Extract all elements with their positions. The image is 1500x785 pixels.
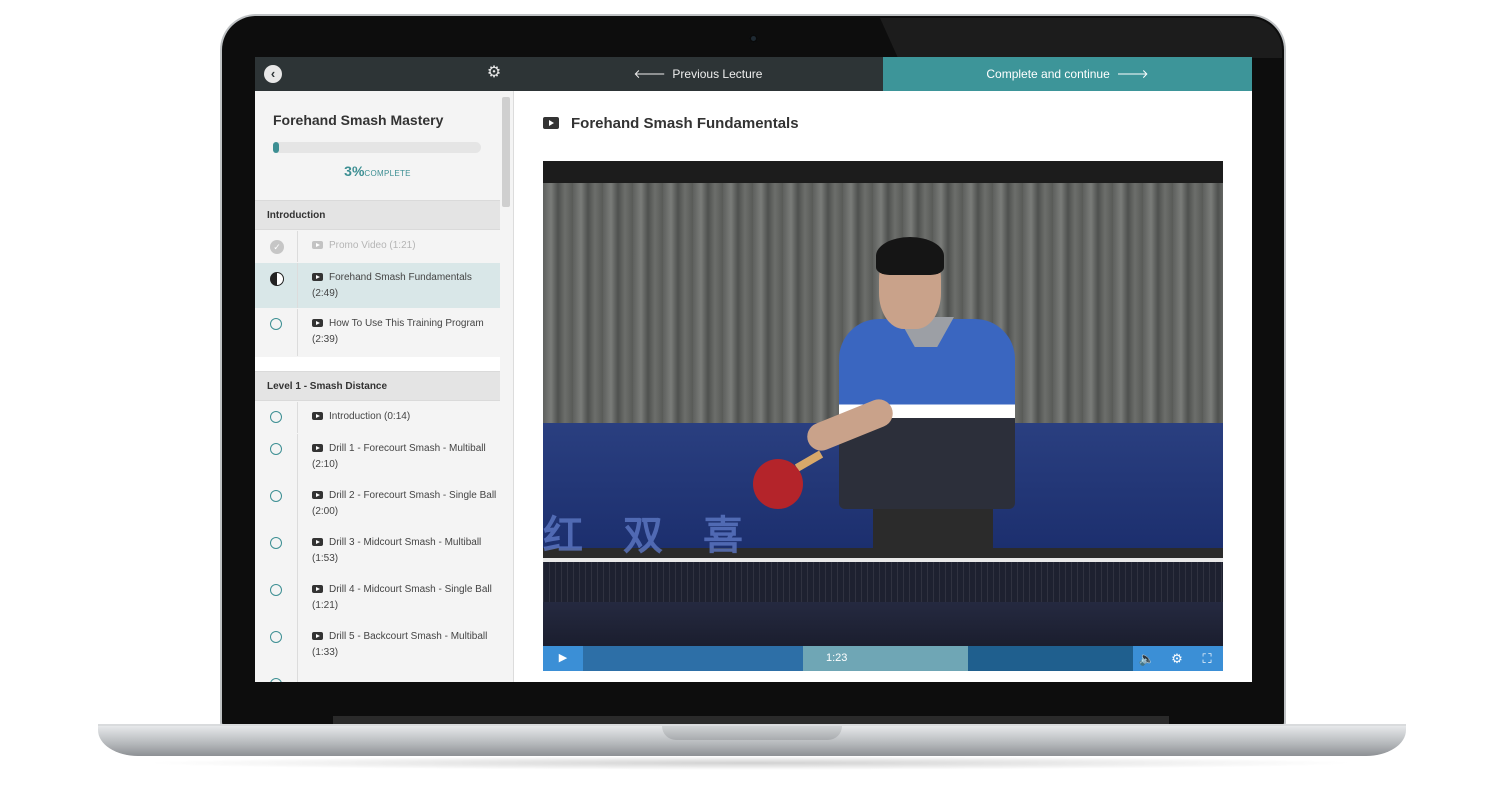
lecture-item-active[interactable]: Forehand Smash Fundamentals (2:49) [255,263,500,308]
fullscreen-icon[interactable]: ⛶ [1193,646,1221,671]
video-icon [312,538,323,546]
video-controls: ▶ 1:23 🔈 ⚙ ⛶ [543,646,1223,671]
course-title: Forehand Smash Mastery [273,112,444,128]
sidebar-topbar: ‹ ⚙ [255,57,513,91]
circle-icon [270,678,282,682]
lecture-item[interactable]: Introduction (0:14) [255,402,500,433]
circle-icon [270,490,282,502]
video-icon [312,319,323,327]
lecture-item[interactable]: Drill 2 - Forecourt Smash - Single Ball … [255,481,500,528]
video-frame-top [543,161,1223,183]
lecture-title: Drill 2 - Forecourt Smash - Single Ball … [312,488,497,519]
lecture-title: Drill 5 - Backcourt Smash - Multiball (1… [312,629,497,660]
video-player[interactable]: 红双喜 ▶ 1:23 🔈 ⚙ ⛶ [543,161,1223,671]
video-icon [543,117,559,129]
video-controls-right: 🔈 ⚙ ⛶ [1133,646,1223,671]
lecture-status [255,263,298,308]
video-current-time: 1:23 [826,652,848,664]
lecture-title-text: Drill 1 - Forecourt Smash - Multiball (2… [312,443,486,470]
laptop-shadow [140,756,1360,770]
lecture-title-text: Drill 2 - Forecourt Smash - Single Ball … [312,490,497,517]
bezel-glare [880,18,1282,58]
progress-text: 3%COMPLETE [255,163,500,181]
circle-icon [270,443,282,455]
video-frame-player-hair [876,237,944,275]
lecture-title: Introduction (0:14) [312,409,497,425]
video-icon [312,491,323,499]
lecture-item[interactable]: Drill 1 - Forecourt Smash - Multiball (2… [255,434,500,481]
lecture-title-text: Forehand Smash Fundamentals (2:49) [312,272,472,299]
lecture-status: ✓ [255,231,298,262]
lecture-title: Drill 4 - Midcourt Smash - Single Ball (… [312,582,497,613]
lecture-status [255,309,298,356]
lecture-item[interactable]: How To Use This Training Program (2:39) [255,309,500,356]
video-frame-net [543,562,1223,602]
volume-icon[interactable]: 🔈 [1133,646,1161,671]
video-icon [312,412,323,420]
arrow-left-icon: 🡐 [633,67,666,81]
progress-complete-label: COMPLETE [364,169,411,178]
lecture-status [255,481,298,528]
video-icon [312,632,323,640]
webcam [749,34,758,43]
lecture-heading-text: Forehand Smash Fundamentals [571,115,799,132]
course-sidebar: ‹ ⚙ Forehand Smash Mastery 3%COMPLETE In… [255,57,514,682]
progress-percent: 3% [344,163,365,179]
lecture-title-text: How To Use This Training Program (2:39) [312,318,484,345]
section-header-level-1: Level 1 - Smash Distance [255,371,500,401]
video-icon [312,241,323,249]
lecture-item[interactable]: ✓ Promo Video (1:21) [255,231,500,262]
section-gap [255,357,500,371]
circle-icon [270,411,282,423]
lecture-title: Drill 3 - Midcourt Smash - Multiball (1:… [312,535,497,566]
circle-icon [270,631,282,643]
circle-icon [270,318,282,330]
lecture-title-text: Drill 4 - Midcourt Smash - Single Ball (… [312,584,492,611]
complete-and-continue-button[interactable]: Complete and continue 🡒 [883,57,1252,91]
section-header-introduction: Introduction [255,200,500,230]
lecture-title: Promo Video (1:21) [312,238,497,254]
video-icon [312,273,323,281]
lecture-item[interactable]: Drill 3 - Midcourt Smash - Multiball (1:… [255,528,500,575]
lecture-title-text: Drill 3 - Midcourt Smash - Multiball (1:… [312,537,482,564]
lecture-status [255,622,298,669]
screen: ‹ ⚙ Forehand Smash Mastery 3%COMPLETE In… [255,57,1252,682]
lecture-status [255,402,298,433]
lecture-item-partial[interactable] [255,669,500,682]
course-progress-bar [273,142,481,153]
lecture-title: Drill 1 - Forecourt Smash - Multiball (2… [312,441,497,472]
lecture-heading: Forehand Smash Fundamentals [543,115,799,132]
video-frame-net-tape [543,558,1223,562]
video-icon [312,444,323,452]
video-icon [312,585,323,593]
circle-icon [270,537,282,549]
lecture-status [255,434,298,481]
lecture-title: How To Use This Training Program (2:39) [312,316,497,347]
video-progress-played[interactable] [583,646,803,671]
lecture-title-text: Promo Video (1:21) [329,240,416,251]
course-progress-fill [273,142,280,153]
lecture-status [255,528,298,575]
lecture-status [255,575,298,622]
gear-icon[interactable]: ⚙ [486,65,502,81]
back-icon[interactable]: ‹ [264,65,282,83]
check-icon: ✓ [270,240,284,254]
arrow-right-icon: 🡒 [1116,67,1149,81]
lecture-item[interactable]: Drill 5 - Backcourt Smash - Multiball (1… [255,622,500,669]
circle-icon [270,584,282,596]
lecture-item[interactable]: Drill 4 - Midcourt Smash - Single Ball (… [255,575,500,622]
previous-lecture-label: Previous Lecture [672,67,763,81]
lecture-title-text: Drill 5 - Backcourt Smash - Multiball (1… [312,631,488,658]
previous-lecture-button[interactable]: 🡐 Previous Lecture [513,57,883,91]
video-frame-paddle [753,459,803,509]
play-icon[interactable]: ▶ [543,646,583,671]
sidebar-scrollbar[interactable] [502,97,510,207]
laptop-notch [662,726,842,740]
lecture-status [255,669,298,682]
lecture-title-text: Introduction (0:14) [329,411,411,422]
gear-icon[interactable]: ⚙ [1163,646,1191,671]
half-circle-icon [270,272,284,286]
complete-and-continue-label: Complete and continue [986,67,1110,81]
lecture-title: Forehand Smash Fundamentals (2:49) [312,270,497,301]
